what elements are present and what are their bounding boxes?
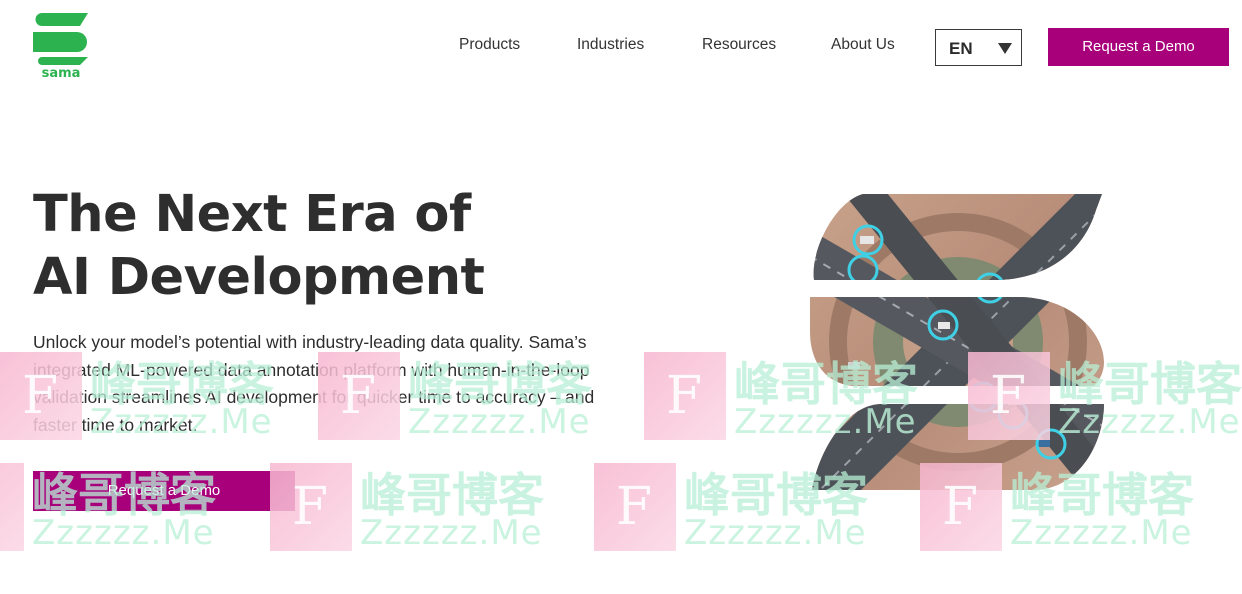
hero-title: The Next Era of AI Development: [33, 183, 593, 309]
hero-s-aerial-image: [810, 194, 1104, 490]
sama-logo-mark: [33, 13, 88, 65]
nav-resources[interactable]: Resources: [702, 36, 776, 58]
logo-wordmark: sama: [41, 66, 81, 81]
hero-title-line-1: The Next Era of: [33, 185, 471, 244]
nav-about-us[interactable]: About Us: [831, 36, 895, 58]
language-value: EN: [949, 39, 973, 58]
request-demo-button-header[interactable]: Request a Demo: [1048, 28, 1229, 66]
caret-down-icon: [998, 43, 1012, 54]
aerial-highway-photo: [810, 194, 1104, 490]
request-demo-button-hero[interactable]: Request a Demo: [33, 471, 295, 511]
nav-industries[interactable]: Industries: [577, 36, 644, 58]
nav-products[interactable]: Products: [459, 36, 520, 58]
hero-title-line-2: AI Development: [33, 248, 485, 307]
sama-logo[interactable]: sama: [32, 12, 90, 84]
hero-description: Unlock your model’s potential with indus…: [33, 332, 595, 435]
watermark: F 峰哥博客 Zzzzzz.Me: [270, 463, 570, 553]
language-select[interactable]: EN: [935, 29, 1022, 66]
